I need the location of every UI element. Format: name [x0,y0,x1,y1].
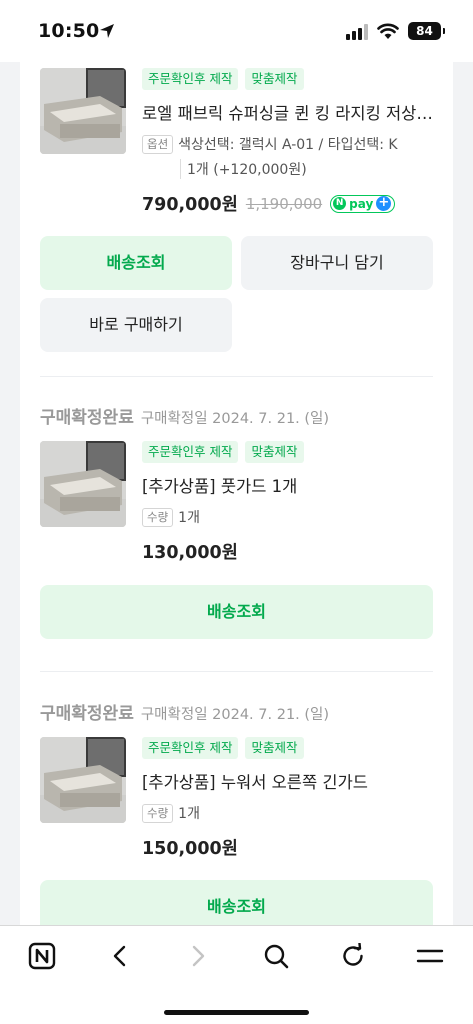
track-delivery-button[interactable]: 배송조회 [40,880,433,925]
battery-icon: 84 [408,22,445,40]
divider [40,671,433,672]
option-value: 색상선택: 갤럭시 A-01 / 타입선택: K [178,137,398,153]
quantity-value: 1개 [178,806,200,822]
back-arrow-icon[interactable] [100,936,140,976]
naver-home-icon[interactable] [22,936,62,976]
cellular-signal-icon [346,24,370,44]
plus-icon: + [376,196,392,211]
forward-arrow-icon [178,936,218,976]
order-status: 구매확정완료 [40,704,134,724]
npay-label: pay [349,196,374,211]
product-name[interactable]: 로엘 패브릭 슈퍼싱글 퀸 킹 라지킹 저상형 소파베드 [142,100,437,124]
price: 130,000원 [142,543,238,563]
product-name[interactable]: [추가상품] 풋가드 1개 [142,473,437,497]
refresh-icon[interactable] [333,936,373,976]
quantity-label: 수량 [142,803,174,823]
original-price: 1,190,000 [245,194,323,213]
confirm-date: 구매확정일 2024. 7. 21. (일) [140,707,330,723]
status-bar: 10:50 84 [0,0,473,62]
option-quantity: 1개 (+120,000원) [180,159,437,179]
product-thumbnail[interactable] [40,441,126,527]
order-header: 구매확정완료 구매확정일 2024. 7. 21. (일) [40,699,329,724]
buy-now-button[interactable]: 바로 구매하기 [40,298,232,352]
npay-plus-badge: N pay + [330,194,396,213]
price: 790,000원 [142,195,238,215]
order-status: 구매확정완료 [40,408,134,428]
quantity-value: 1개 [178,510,200,526]
wifi-icon [377,22,399,44]
order-header: 구매확정완료 구매확정일 2024. 7. 21. (일) [40,403,329,428]
menu-icon[interactable] [410,936,450,976]
track-delivery-button[interactable]: 배송조회 [40,585,433,639]
track-delivery-button[interactable]: 배송조회 [40,236,232,290]
home-indicator [164,1010,309,1015]
tag-made-to-order: 주문확인후 제작 [142,68,239,90]
status-time: 10:50 [38,20,100,42]
price: 150,000원 [142,839,238,859]
product-thumbnail[interactable] [40,737,126,823]
product-thumbnail[interactable] [40,68,126,154]
confirm-date: 구매확정일 2024. 7. 21. (일) [140,411,330,427]
search-icon[interactable] [256,936,296,976]
divider [40,376,433,377]
location-arrow-icon [99,23,115,43]
tag-custom: 맞춤제작 [245,737,304,759]
tag-custom: 맞춤제작 [245,68,304,90]
order-list: 주문확인후 제작 맞춤제작 로엘 패브릭 슈퍼싱글 퀸 킹 라지킹 저상형 소파… [20,0,453,925]
tag-made-to-order: 주문확인후 제작 [142,441,239,463]
browser-toolbar [0,925,473,1024]
product-name[interactable]: [추가상품] 누워서 오른쪽 긴가드 [142,769,437,793]
tag-custom: 맞춤제작 [245,441,304,463]
tag-made-to-order: 주문확인후 제작 [142,737,239,759]
add-to-cart-button[interactable]: 장바구니 담기 [241,236,433,290]
quantity-label: 수량 [142,507,174,527]
naver-n-icon: N [333,197,347,210]
option-label: 옵션 [142,134,174,154]
